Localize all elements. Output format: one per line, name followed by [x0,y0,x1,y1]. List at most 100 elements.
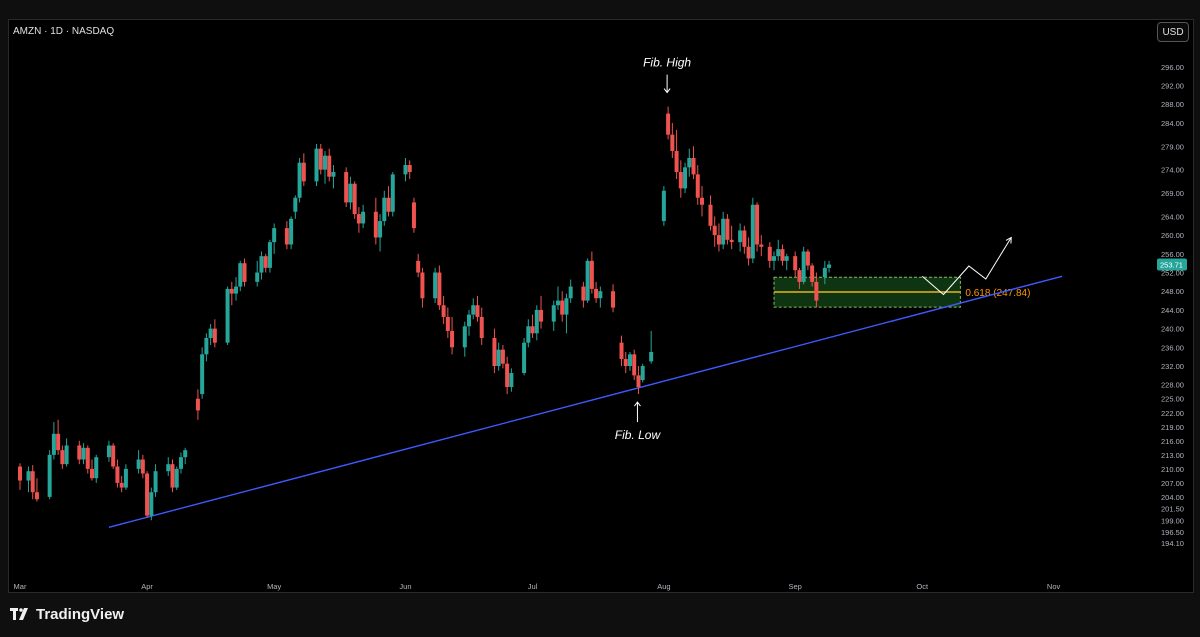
candle-body [356,214,361,224]
candle [670,122,675,159]
candle-body [327,155,332,177]
candle [153,464,158,497]
candle-body [178,457,183,469]
candle-body [123,468,128,488]
candle [522,337,527,376]
y-tick-label: 244.00 [1161,306,1184,315]
candle-body [318,148,323,170]
candle [229,281,234,306]
candle-body [793,256,798,271]
candle-body [746,246,751,259]
candle [174,466,179,490]
candle-body [471,305,476,315]
candle [284,221,289,250]
candle [90,459,95,481]
candle-body [263,256,268,268]
last-price-label: 253.71 [1160,261,1183,270]
tradingview-logo-text: TradingView [36,606,125,623]
candle [331,165,336,189]
candle [170,459,175,493]
candlestick-chart[interactable]: 0.618 (247.84) Fib. HighFib. Low 296.002… [0,0,1200,637]
candle [780,244,785,266]
candle [200,347,205,399]
candle-body [539,309,544,322]
candle-body [284,228,289,245]
candle-body [234,286,239,294]
candle [26,466,31,493]
candle-body [759,244,764,247]
candle-body [755,204,760,245]
candle [178,452,183,474]
candle-body [56,433,61,451]
candle [585,258,590,303]
candle-body [805,251,810,266]
candle [492,328,497,374]
candle-body [170,464,175,488]
candle-body [403,165,408,175]
trendline [108,275,1063,528]
candle [322,150,327,184]
y-tick-label: 213.00 [1161,451,1184,460]
candle [297,158,302,203]
candle [661,186,666,226]
candle-body [738,230,743,243]
candle-body [801,251,806,282]
candle-body [767,246,772,261]
candle-body [450,330,455,348]
fib-high-label: Fib. High [643,56,691,70]
candle-body [522,342,527,374]
tradingview-logo[interactable]: TradingView [10,606,124,623]
candle [140,454,145,479]
candle-body [585,260,590,301]
candle-body [136,459,141,469]
candle [467,309,472,336]
candle-body [119,482,124,488]
candle [505,356,510,395]
candle-body [382,197,387,222]
candle [678,160,683,198]
x-tick-label: Nov [1047,582,1061,591]
candle [149,487,154,521]
candle-body [229,288,234,294]
candle [433,267,438,303]
candle [738,223,743,252]
candle-body [716,235,721,245]
candle [746,237,751,266]
y-tick-label: 216.00 [1161,437,1184,446]
candle-body [670,134,675,151]
candle [767,242,772,268]
y-tick-label: 284.00 [1161,119,1184,128]
candle-body [111,445,116,467]
candle [56,419,61,455]
candle-body [411,202,416,229]
candle [805,249,810,271]
candle [60,445,65,469]
candle-body [627,354,632,367]
candle [437,265,442,310]
y-tick-label: 260.00 [1161,231,1184,240]
candle [77,440,82,465]
candle-body [441,305,446,317]
candle-body [267,242,272,268]
candle-body [390,174,395,212]
fib-high-arrow [663,74,671,94]
candle-body [640,366,645,381]
candle [611,284,616,313]
candle [382,190,387,226]
candle [539,295,544,329]
candle [183,447,188,465]
candle-body [386,197,391,212]
candle-body [462,326,467,348]
candle-body [255,272,260,282]
candle [352,181,357,219]
y-tick-label: 256.00 [1161,250,1184,259]
candle-body [64,445,69,465]
candle [242,258,247,287]
candle-body [225,288,230,343]
candle [674,129,679,180]
candle [259,251,264,280]
candle-body [416,260,421,273]
candle [530,314,535,338]
candle-body [649,351,654,362]
candle [462,321,467,357]
